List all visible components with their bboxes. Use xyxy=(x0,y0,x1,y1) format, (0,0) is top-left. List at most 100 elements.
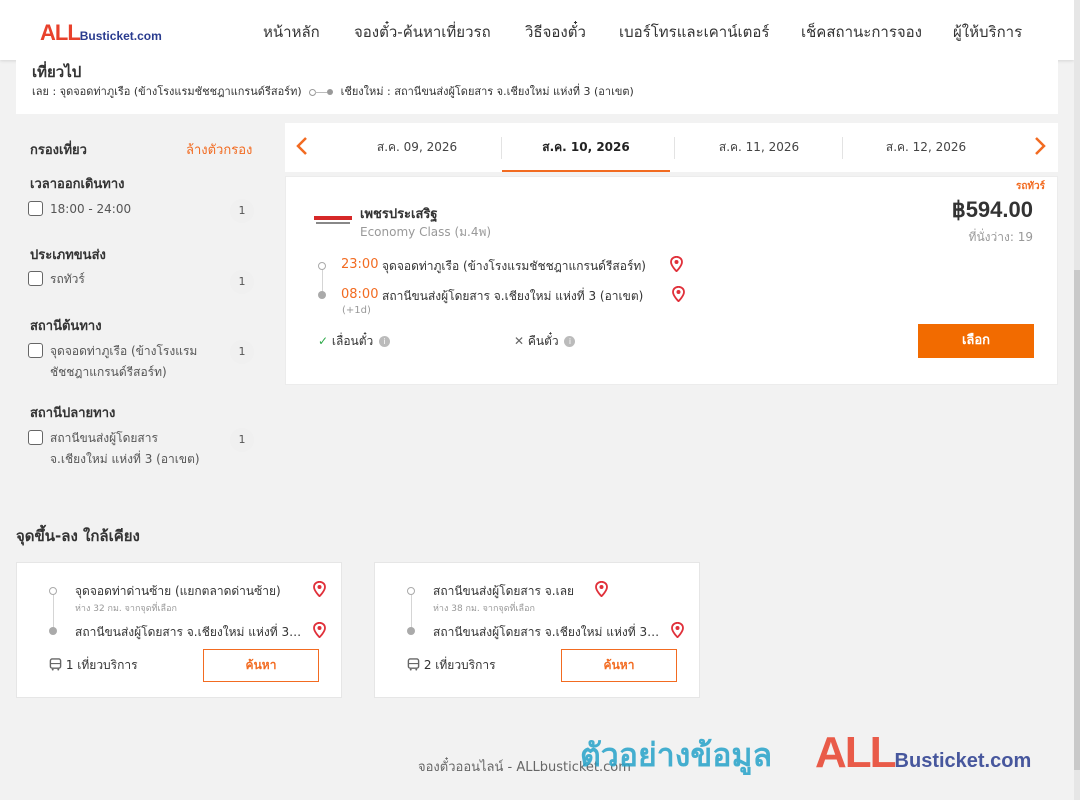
checkbox[interactable] xyxy=(28,343,43,358)
seats-available: ที่นั่งว่าง: 19 xyxy=(969,228,1033,247)
filter-option-bus-type[interactable]: รถทัวร์ xyxy=(28,269,228,290)
clear-filters-link[interactable]: ล้างตัวกรอง xyxy=(186,139,252,160)
filter-group-origin-station: สถานีต้นทาง xyxy=(30,319,102,334)
filter-option-time[interactable]: 18:00 - 24:00 xyxy=(28,199,228,220)
nearby-trip-count: 2 เที่ยวบริการ xyxy=(407,656,496,675)
nearby-from-stop: สถานีขนส่งผู้โดยสาร จ.เลย xyxy=(433,584,575,598)
trip-route: เลย : จุดจอดท่าภูเรือ (ข้างโรงแรมชัชชฎาแ… xyxy=(32,82,634,100)
select-trip-button[interactable]: เลือก xyxy=(918,324,1034,358)
to-dot xyxy=(49,627,57,635)
filter-count-badge: 1 xyxy=(230,428,254,452)
filter-option-label-line1: สถานีขนส่งผู้โดยสาร xyxy=(50,431,158,445)
date-tab[interactable]: ส.ค. 12, 2026 xyxy=(842,123,1010,172)
trip-direction-title: เที่ยวไป xyxy=(32,63,82,81)
bus-icon xyxy=(407,658,424,672)
date-tab[interactable]: ส.ค. 09, 2026 xyxy=(333,123,501,172)
filter-option-origin[interactable]: จุดจอดท่าภูเรือ (ข้างโรงแรม ชัชชฎาแกรนด์… xyxy=(28,341,228,383)
watermark-logo-main: ALL xyxy=(815,728,897,777)
seats-label: ที่นั่งว่าง: xyxy=(968,230,1014,244)
logo-sub-text: Busticket.com xyxy=(79,29,162,43)
to-dot xyxy=(407,627,415,635)
timeline-line xyxy=(411,593,412,629)
watermark-logo: ALLBusticket.com xyxy=(815,728,1031,778)
bus-class: Economy Class (ม.4พ) xyxy=(360,225,492,239)
sample-data-watermark: ตัวอย่างข้อมูล xyxy=(580,736,773,774)
nearby-trip-count: 1 เที่ยวบริการ xyxy=(49,656,138,675)
departure-dot xyxy=(318,262,326,270)
nav-how-to-book[interactable]: วิธีจองตั๋ว xyxy=(525,20,586,44)
nearby-from-stop: จุดจอดท่าด่านซ้าย (แยกตลาดด่านซ้าย) xyxy=(75,584,281,598)
map-pin-icon[interactable] xyxy=(672,285,685,303)
nearby-search-button[interactable]: ค้นหา xyxy=(203,649,319,682)
filter-option-label-line1: จุดจอดท่าภูเรือ (ข้างโรงแรม xyxy=(50,344,198,358)
arrival-dot xyxy=(318,291,326,299)
checkbox[interactable] xyxy=(28,271,43,286)
info-icon[interactable]: i xyxy=(379,336,391,347)
filter-option-label: จุดจอดท่าภูเรือ (ข้างโรงแรม ชัชชฎาแกรนด์… xyxy=(50,341,197,383)
nav-home[interactable]: หน้าหลัก xyxy=(263,20,320,44)
filter-group-destination-station: สถานีปลายทาง xyxy=(30,406,116,421)
logo-main-text: ALL xyxy=(40,20,81,45)
filter-option-label: สถานีขนส่งผู้โดยสาร จ.เชียงใหม่ แห่งที่ … xyxy=(50,428,200,470)
filter-option-destination[interactable]: สถานีขนส่งผู้โดยสาร จ.เชียงใหม่ แห่งที่ … xyxy=(28,428,228,470)
date-selector: ส.ค. 09, 2026 ส.ค. 10, 2026 ส.ค. 11, 202… xyxy=(285,123,1058,172)
route-connector-icon xyxy=(309,89,334,96)
cross-icon: ✕ xyxy=(514,334,525,348)
map-pin-icon[interactable] xyxy=(595,580,608,598)
reschedule-policy[interactable]: ✓ เลื่อนตั๋ว i xyxy=(318,332,391,351)
top-navbar: ALLBusticket.com หน้าหลัก จองตั๋ว-ค้นหาเ… xyxy=(0,0,1074,60)
arrival-time: 08:00 xyxy=(341,287,379,302)
nearby-card: จุดจอดท่าด่านซ้าย (แยกตลาดด่านซ้าย) ห่าง… xyxy=(16,562,342,698)
operator-logo xyxy=(314,212,352,226)
filter-title: กรองเที่ยว xyxy=(30,143,87,158)
nearby-to-stop: สถานีขนส่งผู้โดยสาร จ.เชียงใหม่ แห่งที่ … xyxy=(75,625,303,639)
watermark-logo-sub: Busticket.com xyxy=(894,750,1032,772)
nav-check-booking[interactable]: เช็คสถานะการจอง xyxy=(801,20,922,44)
filter-count-badge: 1 xyxy=(230,270,254,294)
trip-origin: เลย : จุดจอดท่าภูเรือ (ข้างโรงแรมชัชชฎาแ… xyxy=(32,85,302,98)
departure-station: จุดจอดท่าภูเรือ (ข้างโรงแรมชัชชฎาแกรนด์ร… xyxy=(382,259,646,273)
chevron-right-icon[interactable] xyxy=(1029,135,1049,157)
trip-summary: เที่ยวไป เลย : จุดจอดท่าภูเรือ (ข้างโรงแ… xyxy=(16,60,1058,114)
date-tab[interactable]: ส.ค. 11, 2026 xyxy=(675,123,843,172)
trip-destination: เชียงใหม่ : สถานีขนส่งผู้โดยสาร จ.เชียงใ… xyxy=(340,85,634,98)
nav-operators[interactable]: ผู้ให้บริการ xyxy=(953,20,1022,44)
checkbox[interactable] xyxy=(28,201,43,216)
info-icon[interactable]: i xyxy=(564,336,576,347)
filter-option-label-line2: ชัชชฎาแกรนด์รีสอร์ท) xyxy=(50,365,167,379)
map-pin-icon[interactable] xyxy=(670,255,683,273)
checkbox[interactable] xyxy=(28,430,43,445)
check-icon: ✓ xyxy=(318,334,329,348)
scrollbar-thumb[interactable] xyxy=(1074,270,1080,770)
filter-group-transport-type: ประเภทขนส่ง xyxy=(30,248,106,263)
chevron-left-icon[interactable] xyxy=(293,135,313,157)
next-day-indicator: (+1d) xyxy=(342,305,371,316)
trip-count-label: 1 เที่ยวบริการ xyxy=(65,658,138,672)
map-pin-icon[interactable] xyxy=(313,580,326,598)
timeline-line xyxy=(53,593,54,629)
reschedule-label: เลื่อนตั๋ว xyxy=(331,334,374,348)
filter-count-badge: 1 xyxy=(230,340,254,364)
filter-option-label: 18:00 - 24:00 xyxy=(50,202,132,216)
trip-count-label: 2 เที่ยวบริการ xyxy=(423,658,496,672)
nav-book-search[interactable]: จองตั๋ว-ค้นหาเที่ยวรถ xyxy=(354,20,491,44)
nav-phone-counters[interactable]: เบอร์โทรและเคาน์เตอร์ xyxy=(619,20,769,44)
departure-time: 23:00 xyxy=(341,257,379,272)
map-pin-icon[interactable] xyxy=(671,621,684,639)
filter-option-label: รถทัวร์ xyxy=(50,272,85,286)
ticket-price: ฿594.00 xyxy=(951,197,1033,222)
nearby-card: สถานีขนส่งผู้โดยสาร จ.เลย ห่าง 38 กม. จา… xyxy=(374,562,700,698)
operator-name: เพชรประเสริฐ xyxy=(360,207,438,222)
trip-result-card: รถทัวร์ เพชรประเสริฐ Economy Class (ม.4พ… xyxy=(285,176,1058,385)
filter-group-departure-time: เวลาออกเดินทาง xyxy=(30,177,125,192)
refund-label: คืนตั๋ว xyxy=(527,334,559,348)
nearby-search-button[interactable]: ค้นหา xyxy=(561,649,677,682)
nearby-to-stop: สถานีขนส่งผู้โดยสาร จ.เชียงใหม่ แห่งที่ … xyxy=(433,625,661,639)
map-pin-icon[interactable] xyxy=(313,621,326,639)
filter-count-badge: 1 xyxy=(230,199,254,223)
bus-icon xyxy=(49,658,66,672)
from-dot xyxy=(407,587,415,595)
site-logo[interactable]: ALLBusticket.com xyxy=(40,20,162,46)
refund-policy[interactable]: ✕ คืนตั๋ว i xyxy=(514,332,576,351)
date-tab-active[interactable]: ส.ค. 10, 2026 xyxy=(502,123,670,172)
